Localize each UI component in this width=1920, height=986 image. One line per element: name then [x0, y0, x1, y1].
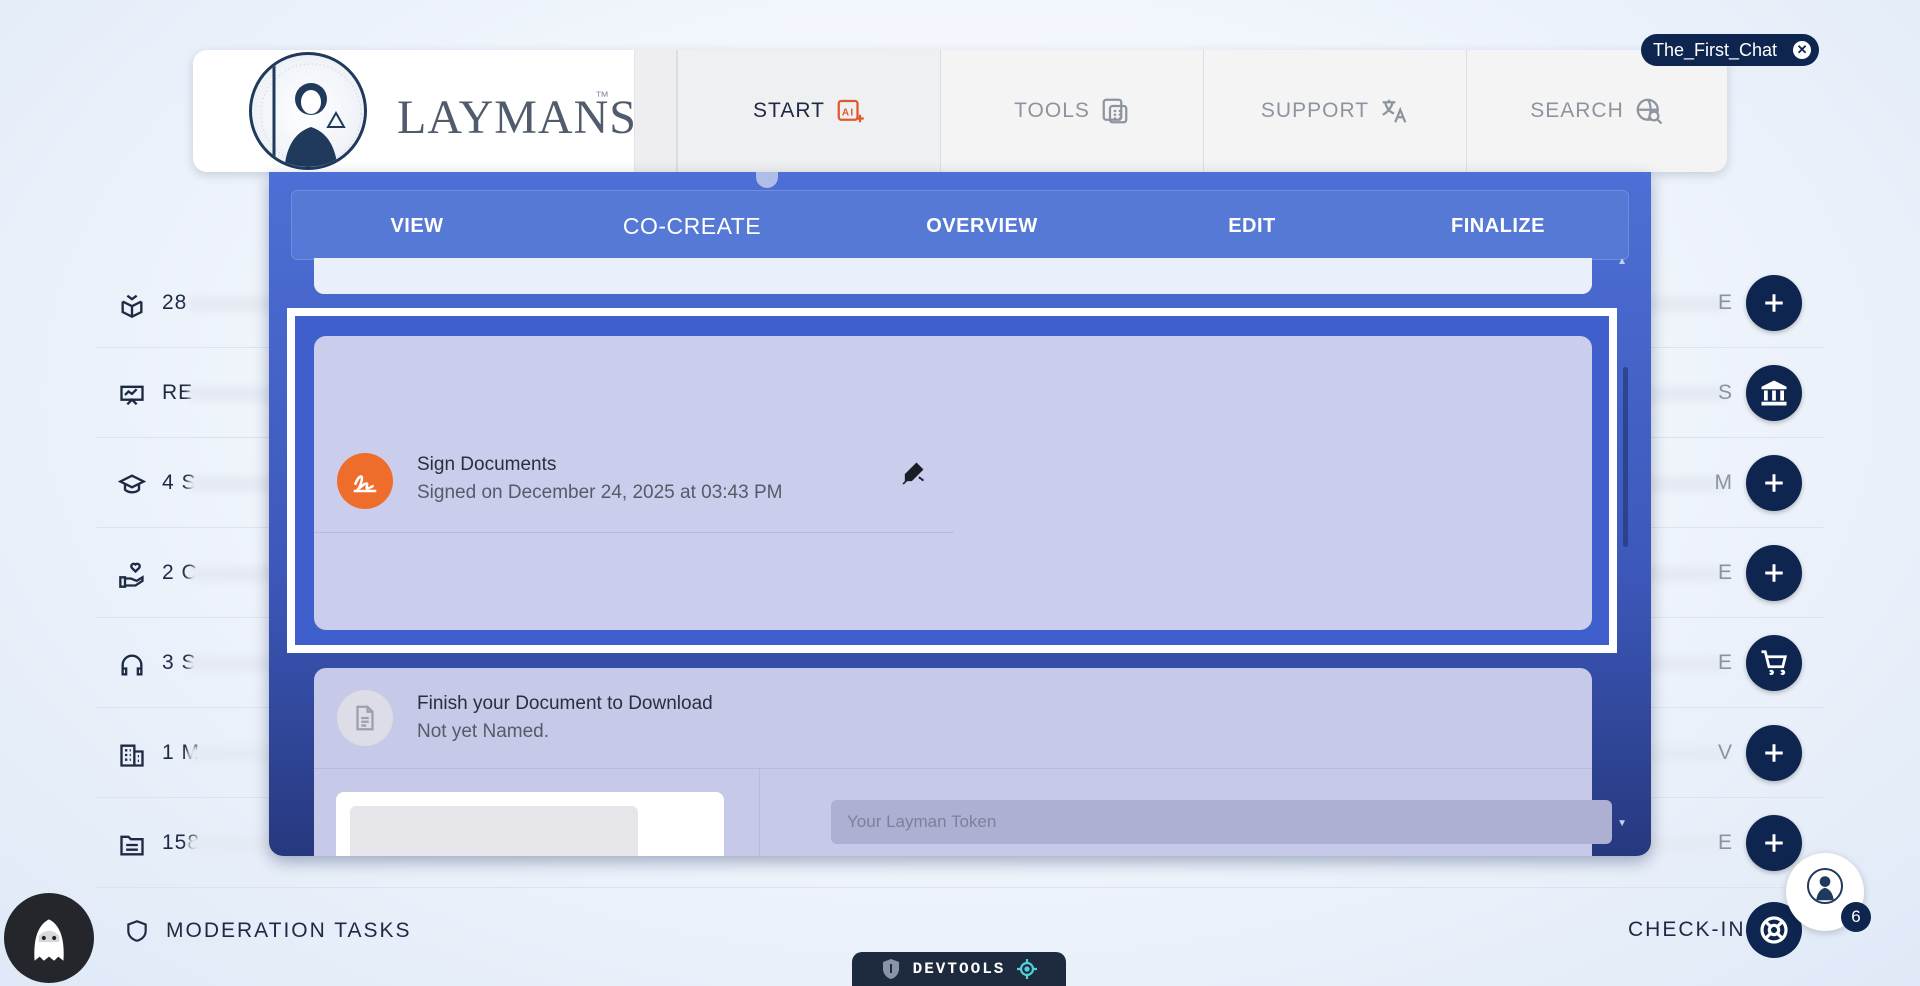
folder-icon [120, 835, 144, 856]
tab-co-create[interactable]: CO-CREATE [552, 191, 832, 261]
plus-icon [1765, 474, 1783, 492]
add-button[interactable] [1746, 275, 1802, 331]
calculator-icon [1102, 98, 1128, 124]
tab-view[interactable]: VIEW [292, 191, 542, 261]
nav-support-label: SUPPORT [1260, 99, 1370, 122]
layman-token-input[interactable] [831, 800, 1612, 844]
add-button[interactable] [1746, 725, 1802, 781]
finish-document-status: Not yet Named. [417, 721, 549, 742]
notification-badge: 6 [1841, 902, 1871, 932]
finish-document-card: Finish your Document to Download Not yet… [314, 668, 1612, 856]
close-icon[interactable]: ✕ [1793, 41, 1812, 59]
check-in-label[interactable]: CHECK-IN [1628, 918, 1746, 942]
devtools-label: DEVTOOLS [912, 960, 1006, 978]
top-navigation: LAYMANS ™ START AI TOOLS SUPPORT SEARCH [193, 50, 1727, 172]
sign-documents-title: Sign Documents [417, 454, 557, 475]
nav-tools-label: TOOLS [1014, 99, 1090, 122]
graduation-cap-icon [118, 474, 146, 494]
headset-icon [121, 654, 143, 676]
building-icon [120, 744, 144, 767]
scroll-up-icon[interactable]: ▲ [1617, 256, 1627, 267]
bank-icon [1761, 380, 1787, 406]
crosshair-icon [1017, 959, 1038, 979]
nav-tools[interactable]: TOOLS [940, 50, 1203, 172]
svg-text:AI: AI [842, 107, 855, 118]
plus-icon [1765, 834, 1783, 852]
plus-icon [1765, 564, 1783, 582]
hand-heart-icon [119, 562, 144, 588]
tab-edit[interactable]: EDIT [1122, 191, 1382, 261]
lady-justice-seal-icon [249, 52, 367, 170]
document-badge [337, 690, 393, 746]
trademark: ™ [595, 88, 609, 104]
list-item-label: 28 [162, 291, 188, 314]
ghost-icon [34, 919, 64, 961]
lady-justice-seal-icon [1807, 868, 1843, 904]
box-icon [121, 294, 143, 318]
add-button[interactable] [1746, 455, 1802, 511]
edit-signature-icon[interactable] [899, 459, 927, 487]
document-preview[interactable] [336, 792, 724, 856]
document-icon [356, 705, 374, 731]
add-button[interactable] [1746, 815, 1802, 871]
chat-chip-label: The_First_Chat [1653, 40, 1778, 60]
plus-icon [1765, 294, 1783, 312]
nav-search-label: SEARCH [1530, 99, 1624, 122]
moderation-tasks-link[interactable]: MODERATION TASKS [124, 918, 412, 944]
finish-document-title: Finish your Document to Download [417, 693, 713, 714]
nav-search[interactable]: SEARCH [1466, 50, 1727, 172]
search-globe-icon [1636, 98, 1663, 125]
previous-step-card [314, 258, 1592, 294]
tab-finalize[interactable]: FINALIZE [1430, 191, 1566, 261]
shield-badge-icon [882, 959, 899, 979]
sign-documents-status: Signed on December 24, 2025 at 03:43 PM [417, 482, 783, 503]
subtab-bar: VIEW CO-CREATE OVERVIEW EDIT FINALIZE [291, 190, 1629, 261]
scroll-down-icon[interactable]: ▼ [1617, 818, 1627, 829]
ghost-assistant-button[interactable] [4, 893, 94, 983]
document-panel: VIEW CO-CREATE OVERVIEW EDIT FINALIZE Si… [269, 172, 1651, 856]
signature-icon [353, 475, 377, 493]
plus-icon [1765, 744, 1783, 762]
logo[interactable]: LAYMANS ™ [193, 50, 636, 172]
scrollbar-thumb[interactable] [1623, 367, 1628, 547]
nav-start-label: START [753, 99, 825, 122]
nav-separator [634, 50, 677, 172]
nav-start[interactable]: START AI [677, 50, 940, 172]
bank-button[interactable] [1746, 365, 1802, 421]
chat-chip[interactable]: The_First_Chat ✕ [1641, 34, 1820, 66]
moderation-tasks-label: MODERATION TASKS [166, 919, 412, 942]
tab-overview[interactable]: OVERVIEW [852, 191, 1112, 261]
signature-badge [337, 453, 393, 509]
drag-handle[interactable] [756, 172, 778, 188]
devtools-button[interactable]: DEVTOOLS [852, 952, 1066, 986]
nav-support[interactable]: SUPPORT [1203, 50, 1466, 172]
cart-icon [1761, 650, 1788, 675]
cart-button[interactable] [1746, 635, 1802, 691]
presentation-icon [120, 385, 144, 406]
lifebuoy-icon [1760, 916, 1788, 944]
translate-icon [1382, 99, 1407, 123]
sign-documents-card[interactable]: Sign Documents Signed on December 24, 20… [314, 336, 1592, 630]
ai-icon: AI [837, 99, 864, 123]
add-button[interactable] [1746, 545, 1802, 601]
shield-icon [127, 920, 147, 942]
